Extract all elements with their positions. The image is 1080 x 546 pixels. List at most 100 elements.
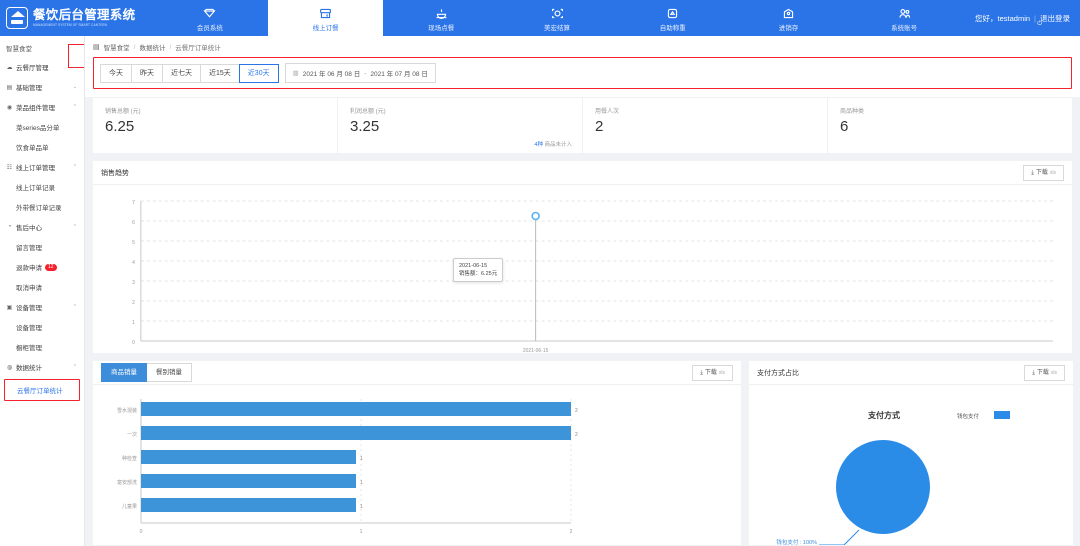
stat-note: 4种 商品未计入 — [534, 140, 572, 148]
sidebar-group-dish-component[interactable]: ◉ 菜品组件管理 ⌃ — [0, 97, 84, 117]
download-format: xls — [719, 369, 725, 377]
download-bar-button[interactable]: ⤓ 下载 xls — [692, 365, 733, 381]
bar-cat-label-1: 一次 — [127, 431, 137, 438]
tooltip-date: 2021-06-15 — [459, 262, 497, 270]
bar-cat-label-3: 富安部洗 — [117, 479, 137, 486]
download-trend-button[interactable]: ⤓ 下载 xls — [1023, 165, 1064, 181]
bar-2 — [141, 450, 356, 464]
range-yesterday-button[interactable]: 昨天 — [131, 64, 163, 83]
bar-x-tick-1: 1 — [360, 529, 363, 535]
sidebar-group-label: 数据统计 — [16, 362, 70, 372]
breadcrumb-separator: / — [134, 44, 136, 51]
nav-item-online-order[interactable]: 线上订餐 — [268, 0, 384, 36]
range-last-15-days-button[interactable]: 近15天 — [200, 64, 240, 83]
download-icon: ⤓ — [1032, 369, 1035, 377]
nav-items: 会员系统 线上订餐 现场点餐 美宏结算 自助称重 — [152, 0, 962, 36]
breadcrumb-item-1[interactable]: 数据统计 — [139, 42, 165, 52]
sidebar-group-cloud-restaurant[interactable]: ☁ 云餐厅管理 ⌄ — [0, 57, 84, 77]
sidebar-item-cloud-order-statistics[interactable]: 云餐厅订单统计 — [4, 379, 80, 401]
logout-button[interactable]: 退出登录 — [1040, 13, 1070, 24]
svg-text:2: 2 — [132, 300, 135, 306]
top-navigation-bar: 餐饮后台管理系统 MANAGEMENT SYSTEM OF SMART CANT… — [0, 0, 1080, 36]
tooltip-value: 销售额：6.25元 — [459, 270, 497, 278]
download-format: xls — [1051, 369, 1057, 377]
bar-value-2: 1 — [360, 456, 363, 462]
nav-item-settlement[interactable]: 美宏结算 — [499, 0, 615, 36]
product-sales-panel: 商品销量 餐别销量 ⤓ 下载 xls — [93, 361, 741, 545]
lower-charts-row: 商品销量 餐别销量 ⤓ 下载 xls — [93, 361, 1072, 545]
sidebar-item-cancel-request[interactable]: 取消申请 — [0, 277, 84, 297]
range-last-30-days-button[interactable]: 近30天 — [239, 64, 279, 83]
sales-tabs: 商品销量 餐别销量 — [101, 363, 192, 382]
range-today-button[interactable]: 今天 — [100, 64, 132, 83]
user-area: 您好，testadmin | 退出登录 ⏻ — [962, 0, 1080, 36]
payment-method-panel: 支付方式占比 ⤓ 下载 xls 支付方式 钱包支付 钱包支付 : 100% — [749, 361, 1073, 545]
panel-title: 销售趋势 — [101, 168, 129, 178]
bar-cat-label-4: 儿童果 — [122, 503, 137, 510]
breadcrumb-item-2: 云餐厅订单统计 — [175, 42, 221, 52]
pie-slice-wallet — [836, 440, 930, 534]
diamond-icon — [202, 6, 218, 21]
sidebar-group-statistics[interactable]: ◍ 数据统计 ⌃ — [0, 357, 84, 377]
pie-chart-svg: 支付方式 钱包支付 钱包支付 : 100% — [749, 385, 1073, 545]
sidebar-item-cabinet-management[interactable]: 橱柜管理 — [0, 337, 84, 357]
nav-item-system-account[interactable]: 系统账号 — [846, 0, 962, 36]
nav-item-label: 自助称重 — [660, 22, 686, 32]
sidebar-item-refund-request[interactable]: 退款申请 12 — [0, 257, 84, 277]
date-filter-bar: 今天 昨天 近七天 近15天 近30天 ▦ 2021 年 06 月 08 日 -… — [93, 57, 1072, 89]
download-format: xls — [1050, 169, 1056, 177]
bar-x-tick-2: 2 — [570, 529, 573, 535]
greeting-text: 您好，testadmin — [975, 13, 1030, 24]
sidebar-item-message-management[interactable]: 留言管理 — [0, 237, 84, 257]
date-range-picker[interactable]: ▦ 2021 年 06 月 08 日 - 2021 年 07 月 08 日 — [285, 63, 436, 83]
pie-data-label: 钱包支付 : 100% — [776, 538, 817, 545]
sidebar-item-dish-category[interactable]: 菜series品分单 — [0, 117, 84, 137]
sidebar-group-label: 菜品组件管理 — [16, 102, 70, 112]
sidebar-item-dish-list[interactable]: 饮食单品单 — [0, 137, 84, 157]
sidebar-item-online-order-record[interactable]: 线上订单记录 — [0, 177, 84, 197]
brand-logo-area: 餐饮后台管理系统 MANAGEMENT SYSTEM OF SMART CANT… — [0, 0, 152, 36]
download-label: 下载 — [1037, 369, 1049, 377]
sidebar-group-online-order[interactable]: ☷ 线上订单管理 ⌃ — [0, 157, 84, 177]
app-logo-icon — [6, 7, 28, 29]
nav-item-self-weighing[interactable]: 自助称重 — [615, 0, 731, 36]
tab-product-sales[interactable]: 商品销量 — [101, 363, 147, 382]
bar-x-tick-0: 0 — [140, 529, 143, 535]
calendar-icon: ▦ — [293, 69, 299, 77]
nav-item-onsite-order[interactable]: 现场点餐 — [383, 0, 499, 36]
base-icon: ▤ — [6, 84, 13, 91]
svg-text:0: 0 — [132, 340, 135, 346]
download-pie-button[interactable]: ⤓ 下载 xls — [1024, 365, 1065, 381]
sidebar-group-label: 线上订单管理 — [16, 162, 70, 172]
brand-title: 餐饮后台管理系统 — [33, 9, 135, 22]
tab-meal-sales[interactable]: 餐别销量 — [146, 363, 192, 382]
sidebar: 智慧食堂 ☁ 云餐厅管理 ⌄ ▤ 基础管理 ⌄ ◉ 菜品组件管理 ⌃ 菜seri… — [0, 36, 85, 546]
panel-title: 支付方式占比 — [757, 368, 799, 378]
sidebar-item-device-management[interactable]: 设备管理 — [0, 317, 84, 337]
nav-item-inventory[interactable]: 进销存 — [731, 0, 847, 36]
sidebar-group-device[interactable]: ▣ 设备管理 ⌃ — [0, 297, 84, 317]
stat-value: 2 — [595, 118, 827, 136]
pie-legend-swatch — [994, 411, 1010, 419]
nav-item-label: 现场点餐 — [428, 22, 454, 32]
stat-note-text: 商品未计入 — [544, 142, 572, 148]
logout-icon: ⏻ — [1037, 21, 1042, 28]
sidebar-group-base-management[interactable]: ▤ 基础管理 ⌄ — [0, 77, 84, 97]
date-range-end: 2021 年 07 月 08 日 — [370, 68, 427, 78]
bar-chart-svg: 雪水混装 一次 种检查 富安部洗 儿童果 2 2 1 1 1 — [93, 389, 741, 546]
chevron-up-icon: ⌃ — [73, 164, 77, 170]
pie-legend-label: 钱包支付 — [957, 412, 980, 420]
bar-4 — [141, 498, 356, 512]
svg-text:3: 3 — [132, 280, 135, 286]
sales-trend-chart: 7 6 5 4 3 2 1 0 2021-06-15 2021-06-15 — [93, 185, 1072, 353]
nav-item-label: 线上订餐 — [313, 22, 339, 32]
bar-cat-label-0: 雪水混装 — [117, 407, 137, 414]
sidebar-group-label: 设备管理 — [16, 302, 70, 312]
x-axis-tick-label: 2021-06-15 — [523, 348, 549, 353]
breadcrumb-item-0[interactable]: 智慧食堂 — [104, 42, 130, 52]
sidebar-group-after-sales[interactable]: ◔ 售后中心 ⌃ — [0, 217, 84, 237]
nav-item-membership[interactable]: 会员系统 — [152, 0, 268, 36]
range-last-7-days-button[interactable]: 近七天 — [162, 64, 201, 83]
sidebar-item-takeout-order-record[interactable]: 外带餐订单记录 — [0, 197, 84, 217]
bar-value-4: 1 — [360, 504, 363, 510]
